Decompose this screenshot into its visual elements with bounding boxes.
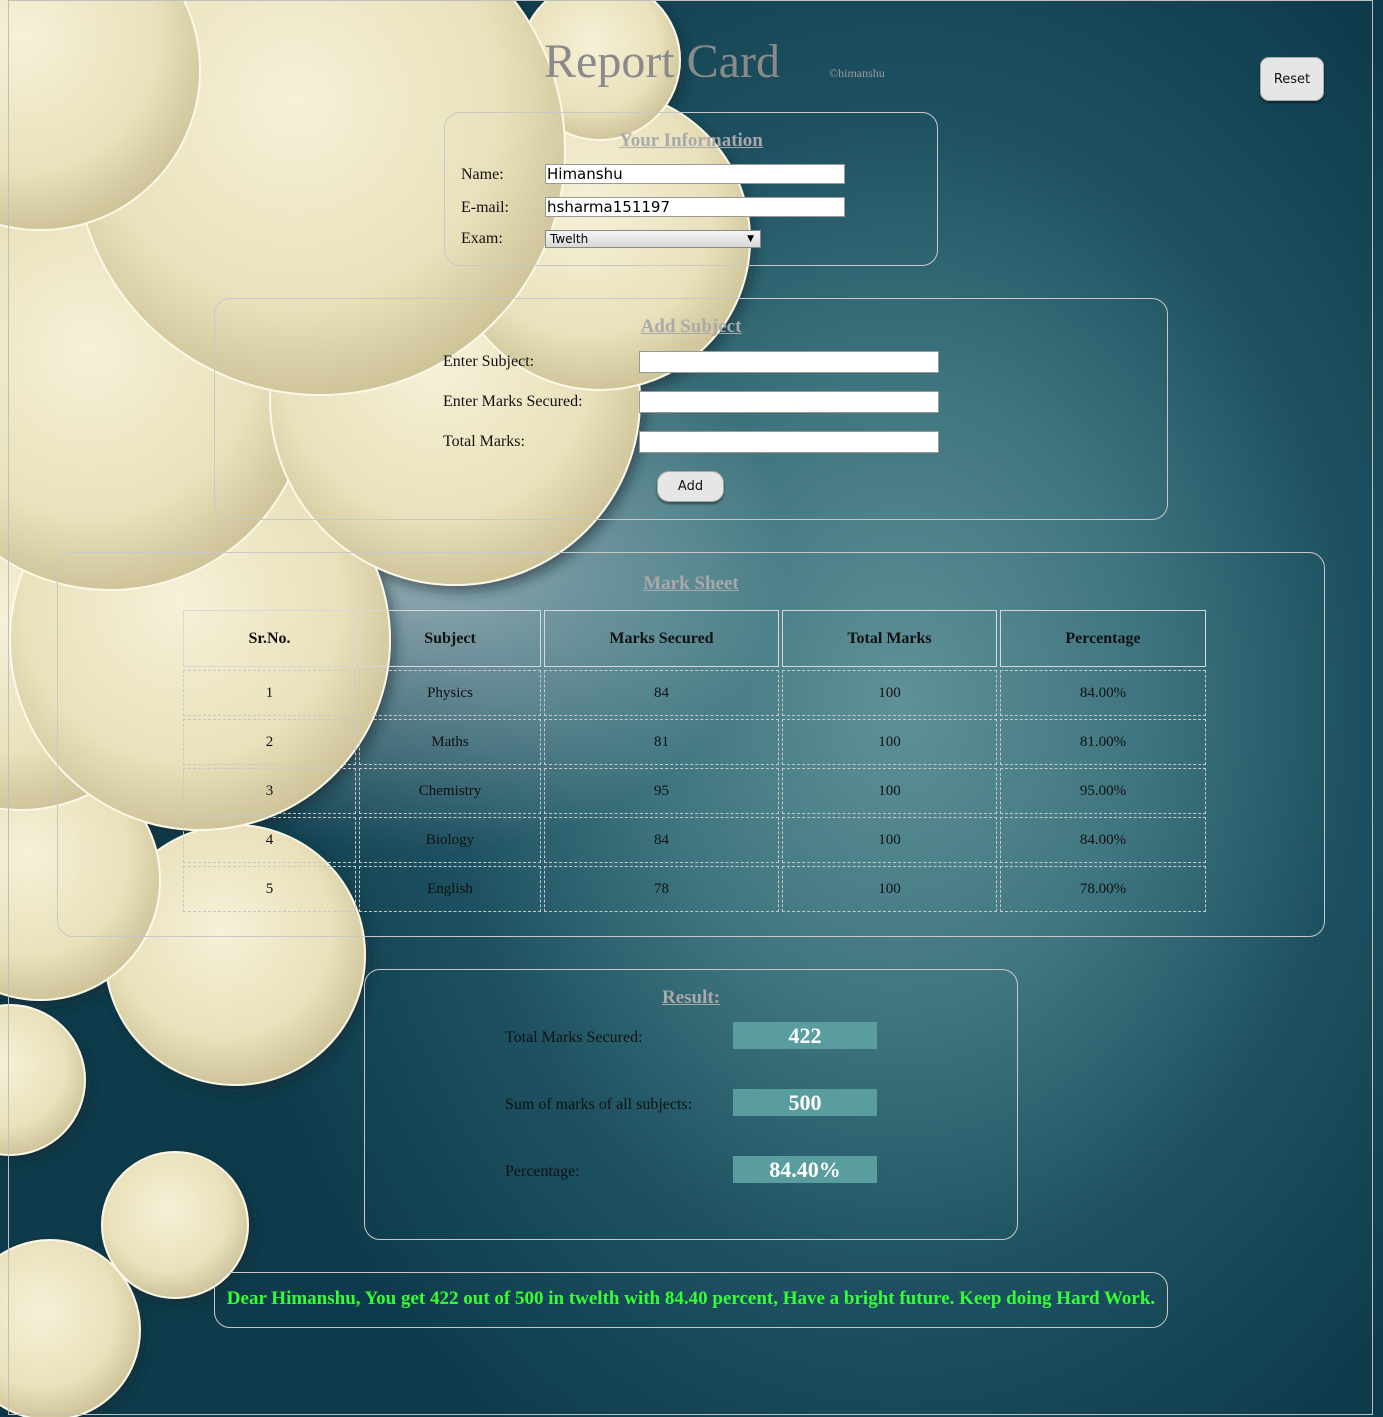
- total-secured-value: 422: [733, 1022, 877, 1049]
- cell-srno: 4: [183, 817, 356, 863]
- cell-total-marks: 100: [782, 817, 997, 863]
- cell-total-marks: 100: [782, 866, 997, 912]
- subject-label: Enter Subject:: [443, 353, 535, 370]
- marks-secured-label: Enter Marks Secured:: [443, 393, 583, 410]
- cell-total-marks: 100: [782, 719, 997, 765]
- result-legend: Result:: [661, 987, 721, 1008]
- result-message: Dear Himanshu, You get 422 out of 500 in…: [226, 1288, 1156, 1309]
- cell-percentage: 84.00%: [1000, 670, 1206, 716]
- cell-marks-secured: 84: [544, 817, 779, 863]
- column-header-total-marks: Total Marks: [782, 610, 997, 667]
- percentage-value: 84.40%: [733, 1156, 877, 1183]
- cell-percentage: 95.00%: [1000, 768, 1206, 814]
- table-row: 1 Physics 84 100 84.00%: [183, 670, 1206, 716]
- table-row: 5 English 78 100 78.00%: [183, 866, 1206, 912]
- cell-srno: 3: [183, 768, 356, 814]
- cell-total-marks: 100: [782, 768, 997, 814]
- cell-percentage: 81.00%: [1000, 719, 1206, 765]
- cell-marks-secured: 81: [544, 719, 779, 765]
- cell-subject: Biology: [359, 817, 541, 863]
- add-subject-legend: Add Subject: [640, 316, 742, 337]
- info-legend: Your Information: [619, 130, 763, 151]
- email-label: E-mail:: [461, 199, 509, 216]
- email-field[interactable]: hsharma151197: [545, 197, 845, 217]
- name-field[interactable]: Himanshu: [545, 164, 845, 184]
- total-marks-input[interactable]: [639, 431, 939, 453]
- chevron-down-icon: ▼: [747, 234, 754, 244]
- table-row: 4 Biology 84 100 84.00%: [183, 817, 1206, 863]
- cell-srno: 1: [183, 670, 356, 716]
- column-header-srno: Sr.No.: [183, 610, 356, 667]
- cell-srno: 5: [183, 866, 356, 912]
- table-row: 3 Chemistry 95 100 95.00%: [183, 768, 1206, 814]
- column-header-percentage: Percentage: [1000, 610, 1206, 667]
- exam-label: Exam:: [461, 230, 503, 247]
- percentage-label: Percentage:: [505, 1163, 580, 1180]
- total-secured-label: Total Marks Secured:: [505, 1029, 643, 1046]
- reset-button[interactable]: Reset: [1260, 57, 1324, 101]
- exam-select[interactable]: Twelth ▼: [545, 230, 761, 248]
- exam-select-value: Twelth: [550, 232, 589, 246]
- mark-sheet-legend: Mark Sheet: [643, 573, 739, 594]
- subject-input[interactable]: [639, 351, 939, 373]
- mark-sheet-table: Sr.No. Subject Marks Secured Total Marks…: [180, 607, 1209, 915]
- cell-subject: Chemistry: [359, 768, 541, 814]
- page-title: Report Card: [544, 35, 780, 88]
- credit-text: ©himanshu: [829, 66, 885, 80]
- table-row: 2 Maths 81 100 81.00%: [183, 719, 1206, 765]
- column-header-marks-secured: Marks Secured: [544, 610, 779, 667]
- cell-subject: English: [359, 866, 541, 912]
- cell-percentage: 84.00%: [1000, 817, 1206, 863]
- cell-marks-secured: 78: [544, 866, 779, 912]
- sum-value: 500: [733, 1089, 877, 1116]
- cell-marks-secured: 84: [544, 670, 779, 716]
- total-marks-label: Total Marks:: [443, 433, 525, 450]
- sum-label: Sum of marks of all subjects:: [505, 1096, 693, 1113]
- cell-percentage: 78.00%: [1000, 866, 1206, 912]
- cell-marks-secured: 95: [544, 768, 779, 814]
- table-header-row: Sr.No. Subject Marks Secured Total Marks…: [183, 610, 1206, 667]
- name-label: Name:: [461, 166, 504, 183]
- add-button[interactable]: Add: [657, 471, 724, 502]
- cell-srno: 2: [183, 719, 356, 765]
- cell-subject: Maths: [359, 719, 541, 765]
- cell-subject: Physics: [359, 670, 541, 716]
- column-header-subject: Subject: [359, 610, 541, 667]
- cell-total-marks: 100: [782, 670, 997, 716]
- marks-secured-input[interactable]: [639, 391, 939, 413]
